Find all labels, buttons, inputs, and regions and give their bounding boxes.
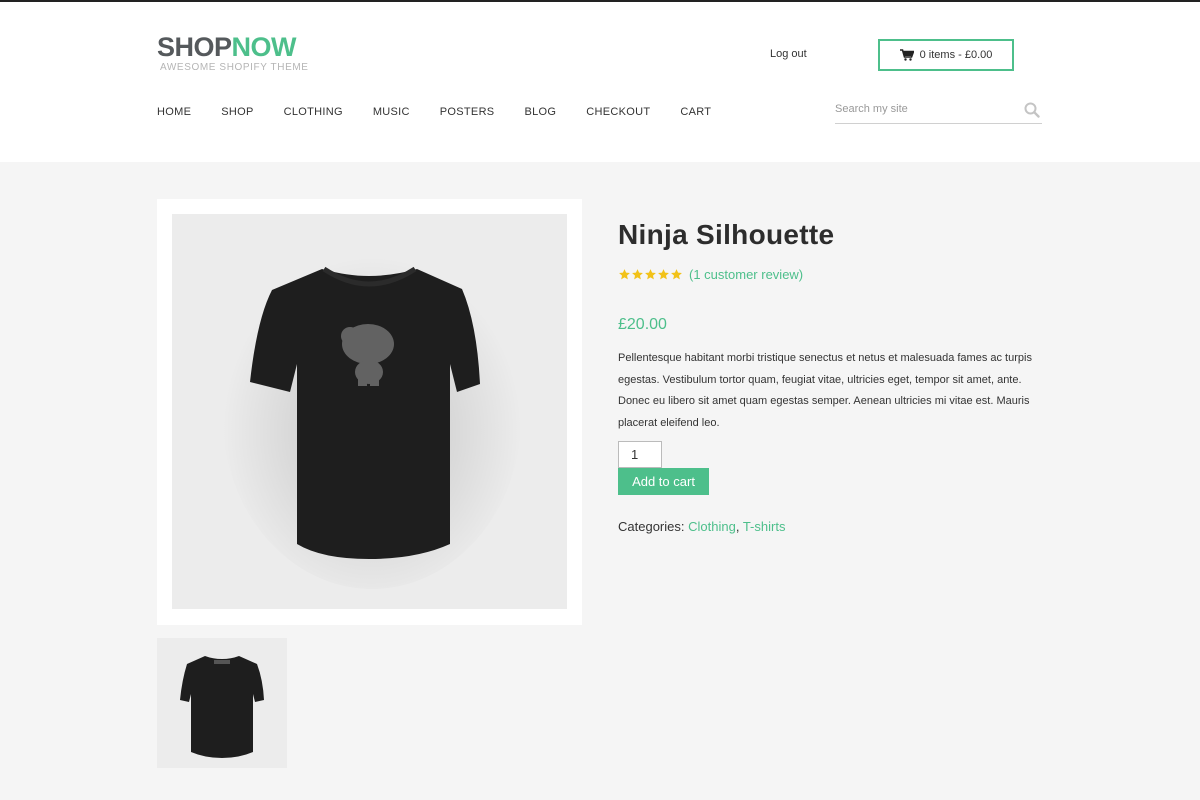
- nav-posters[interactable]: POSTERS: [440, 106, 495, 118]
- shopping-cart-icon: [899, 49, 914, 61]
- nav-cart[interactable]: CART: [680, 106, 711, 118]
- search-box: [835, 98, 1042, 124]
- logout-link[interactable]: Log out: [770, 48, 807, 60]
- nav-checkout[interactable]: CHECKOUT: [586, 106, 650, 118]
- black-tshirt-back-image: [180, 656, 264, 758]
- site-logo[interactable]: SHOPNOW AWESOME SHOPIFY THEME: [157, 32, 309, 73]
- nav-music[interactable]: MUSIC: [373, 106, 410, 118]
- search-input[interactable]: [835, 98, 1015, 120]
- main-nav: HOME SHOP CLOTHING MUSIC POSTERS BLOG CH…: [157, 106, 741, 118]
- star-icon: [645, 269, 656, 280]
- star-rating: [618, 268, 683, 281]
- nav-blog[interactable]: BLOG: [524, 106, 556, 118]
- category-link-clothing[interactable]: Clothing: [688, 519, 736, 534]
- category-separator: ,: [735, 519, 740, 534]
- product-thumbnail[interactable]: [157, 638, 287, 768]
- site-header: SHOPNOW AWESOME SHOPIFY THEME Log out 0 …: [0, 2, 1200, 162]
- product-categories: Categories: Clothing, T-shirts: [618, 519, 785, 534]
- category-link-tshirts[interactable]: T-shirts: [743, 519, 786, 534]
- quantity-input[interactable]: [618, 441, 662, 468]
- logo-text-shop: SHOP: [157, 32, 232, 62]
- star-icon: [658, 269, 669, 280]
- star-icon: [671, 269, 682, 280]
- product-main-image-frame: [157, 199, 582, 625]
- product-main-image[interactable]: [172, 214, 567, 609]
- logo-wordmark: SHOPNOW: [157, 32, 309, 62]
- nav-home[interactable]: HOME: [157, 106, 191, 118]
- search-icon[interactable]: [1024, 102, 1040, 118]
- logo-text-now: NOW: [231, 32, 297, 62]
- star-icon: [619, 269, 630, 280]
- nav-shop[interactable]: SHOP: [221, 106, 253, 118]
- logo-tagline: AWESOME SHOPIFY THEME: [160, 62, 309, 73]
- add-to-cart-button[interactable]: Add to cart: [618, 468, 709, 495]
- product-price: £20.00: [618, 316, 667, 333]
- star-icon: [632, 269, 643, 280]
- nav-clothing[interactable]: CLOTHING: [284, 106, 343, 118]
- categories-label: Categories:: [618, 519, 685, 534]
- customer-review-link[interactable]: (1 customer review): [689, 267, 803, 282]
- cart-summary: 0 items - £0.00: [919, 49, 993, 61]
- product-rating: (1 customer review): [618, 267, 803, 282]
- product-description: Pellentesque habitant morbi tristique se…: [618, 352, 1032, 429]
- product-title: Ninja Silhouette: [618, 219, 835, 250]
- black-tshirt-front-image: [222, 239, 522, 589]
- cart-button[interactable]: 0 items - £0.00: [878, 39, 1014, 71]
